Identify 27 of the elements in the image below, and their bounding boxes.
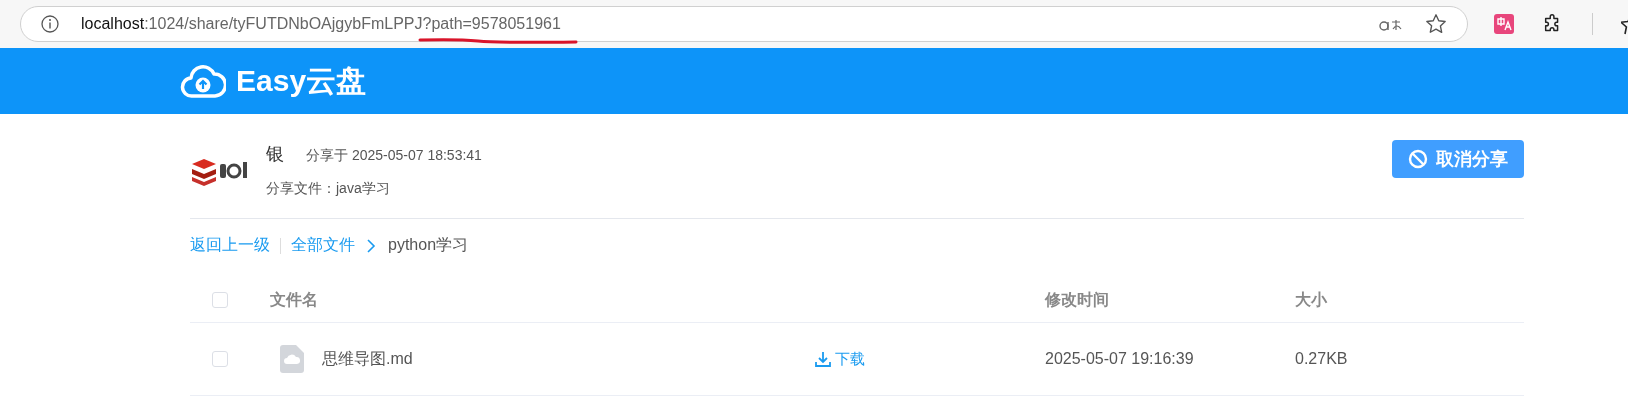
info-icon bbox=[41, 15, 59, 33]
star-icon[interactable] bbox=[1425, 13, 1447, 35]
back-link[interactable]: 返回上一级 bbox=[190, 235, 270, 256]
cloud-upload-icon bbox=[180, 63, 226, 99]
column-header: 大小 bbox=[1295, 289, 1327, 310]
column-header: 修改时间 bbox=[1045, 289, 1109, 310]
cancel-share-button[interactable]: 取消分享 bbox=[1392, 140, 1524, 178]
file-size: 0.27KB bbox=[1295, 350, 1348, 368]
row-checkbox[interactable] bbox=[212, 351, 228, 367]
share-time: 分享于 2025-05-07 18:53:41 bbox=[306, 147, 482, 165]
address-bar[interactable]: localhost:1024/share/tyFUTDNbOAjgybFmLPPJ?path=9578051961 bbox=[20, 6, 1468, 42]
url-text: localhost:1024/share/tyFUTDNbOAjgybFmLPPJ?path=9578051961 bbox=[81, 15, 561, 33]
translate-icon[interactable] bbox=[1494, 14, 1514, 34]
download-icon bbox=[815, 351, 831, 367]
column-header: 文件名 bbox=[270, 289, 318, 310]
shared-file: 分享文件：java学习 bbox=[266, 180, 391, 198]
breadcrumb-link[interactable]: 全部文件 bbox=[291, 235, 355, 256]
modified-time: 2025-05-07 19:16:39 bbox=[1045, 350, 1194, 368]
chevron-icon bbox=[367, 238, 376, 253]
prohibited-icon bbox=[1408, 149, 1428, 169]
file-name[interactable]: 思维导图.md bbox=[322, 348, 413, 370]
user-name: 银 bbox=[266, 143, 284, 166]
select-all-checkbox[interactable] bbox=[212, 292, 228, 308]
current-folder-name: python学习 bbox=[388, 235, 469, 255]
file-icon bbox=[280, 345, 304, 373]
logo-text: Easy云盘 bbox=[236, 62, 367, 99]
download-link[interactable]: 下载 bbox=[815, 349, 865, 369]
